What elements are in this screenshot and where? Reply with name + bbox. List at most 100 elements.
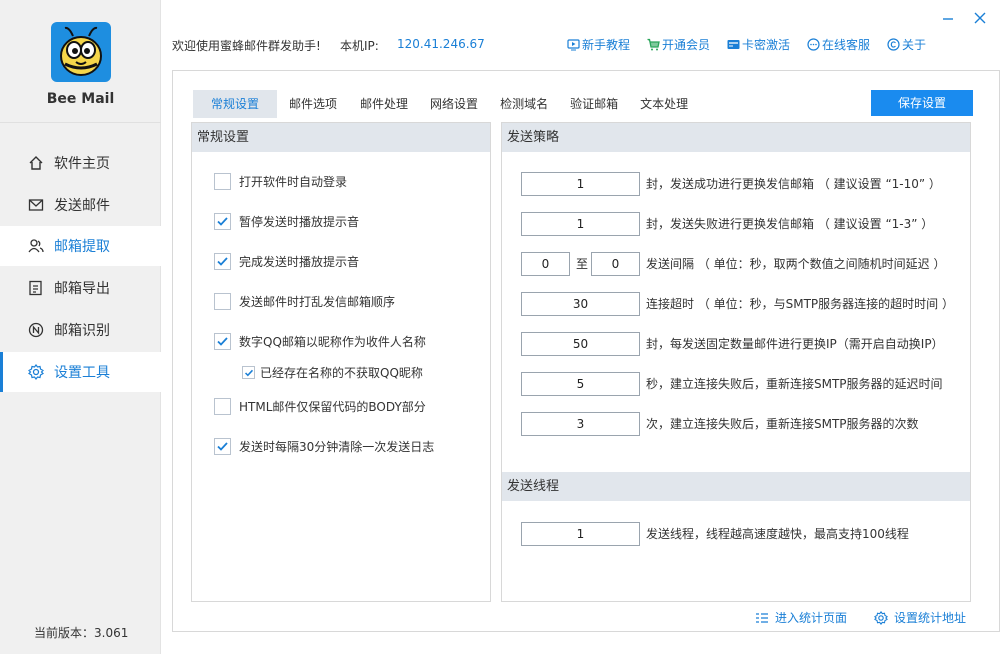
tab-general[interactable]: 常规设置 [193,90,278,118]
sidebar-item-extract[interactable]: 邮箱提取 [0,226,161,266]
reconnect-count-label: 次，建立连接失败后，重新连接SMTP服务器的次数 [646,417,919,431]
option-label: 完成发送时播放提示音 [239,255,360,269]
tab-mail-processing[interactable]: 邮件处理 [348,90,418,118]
link-label: 开通会员 [662,38,711,52]
checkbox[interactable] [214,293,231,310]
checkbox-checked[interactable] [214,253,231,270]
timeout-label: 连接超时 （ 单位：秒，与SMTP服务器连接的超时时间 ） [646,297,954,311]
threads-input[interactable]: 1 [521,522,640,546]
card-icon [727,38,740,51]
option-qq-nickname[interactable]: 数字QQ邮箱以昵称作为收件人名称 [214,333,426,350]
link-label: 进入统计页面 [775,611,848,625]
option-skip-named[interactable]: 已经存在名称的不获取QQ昵称 [242,364,423,381]
option-label: 发送时每隔30分钟清除一次发送日志 [239,440,435,454]
option-finish-sound[interactable]: 完成发送时播放提示音 [214,253,359,270]
option-label: 暂停发送时播放提示音 [239,215,360,229]
link-support[interactable]: 在线客服 [807,36,870,53]
mail-icon [27,196,45,214]
link-activate[interactable]: 卡密激活 [727,36,790,53]
sidebar-divider [0,122,161,123]
reconnect-delay-input[interactable]: 5 [521,372,640,396]
app-logo [51,22,111,82]
threads-label: 发送线程，线程越高速度越快，最高支持100线程 [646,527,909,541]
sidebar-item-export[interactable]: 邮箱导出 [0,268,161,308]
option-label: HTML邮件仅保留代码的BODY部分 [239,400,426,414]
tab-verify-mailbox[interactable]: 验证邮箱 [558,90,628,118]
sidebar-item-label: 邮箱提取 [54,239,110,255]
option-shuffle-senders[interactable]: 发送邮件时打乱发信邮箱顺序 [214,293,395,310]
link-label: 在线客服 [822,38,871,52]
link-about[interactable]: 关于 [887,36,926,53]
checkbox[interactable] [214,398,231,415]
close-icon[interactable] [972,10,988,26]
sidebar-item-label: 邮箱识别 [54,323,110,339]
export-icon [27,279,45,297]
fail-switch-input[interactable]: 1 [521,212,640,236]
sidebar: Bee Mail 软件主页 发送邮件 邮箱提取 邮箱导出 邮箱识别 设置工具 当… [0,0,161,654]
panel-title: 常规设置 [192,123,490,152]
panel-title: 发送策略 [502,123,970,152]
reconnect-delay-label: 秒，建立连接失败后，重新连接SMTP服务器的延迟时间 [646,377,943,391]
ip-label: 本机IP: [340,39,379,53]
sidebar-item-label: 设置工具 [54,365,110,381]
minimize-icon[interactable] [940,10,956,26]
tab-network[interactable]: 网络设置 [418,90,488,118]
recognize-icon [27,321,45,339]
ip-switch-input[interactable]: 50 [521,332,640,356]
cart-icon [647,38,660,51]
save-settings-button[interactable]: 保存设置 [871,90,973,116]
link-label: 关于 [902,38,927,52]
link-label: 卡密激活 [742,38,791,52]
link-label: 设置统计地址 [894,611,967,625]
checkbox-checked[interactable] [214,438,231,455]
stats-config-link[interactable]: 设置统计地址 [874,609,966,626]
sidebar-item-label: 发送邮件 [54,198,110,214]
stats-page-link[interactable]: 进入统计页面 [755,609,847,626]
option-auto-login[interactable]: 打开软件时自动登录 [214,173,347,190]
option-pause-sound[interactable]: 暂停发送时播放提示音 [214,213,359,230]
list-icon [755,611,769,625]
tab-mail-options[interactable]: 邮件选项 [277,90,348,118]
ip-switch-label: 封，每发送固定数量邮件进行更换IP（需开启自动换IP） [646,337,944,351]
checkbox-checked[interactable] [214,213,231,230]
gear-icon [27,363,45,381]
interval-separator: 至 [576,257,589,271]
video-icon [567,38,580,51]
fail-switch-label: 封，发送失败进行更换发信邮箱 （ 建议设置 “1-3” ） [646,217,934,231]
tab-check-domain[interactable]: 检测域名 [488,90,558,118]
home-icon [27,154,45,172]
sidebar-item-home[interactable]: 软件主页 [0,143,161,183]
general-settings-panel: 常规设置 [191,122,491,602]
welcome-text: 欢迎使用蜜蜂邮件群发助手! [172,39,321,53]
sidebar-item-send-mail[interactable]: 发送邮件 [0,185,161,225]
option-label: 发送邮件时打乱发信邮箱顺序 [239,295,396,309]
interval-label: 发送间隔 （ 单位：秒，取两个数值之间随机时间延迟 ） [646,257,946,271]
link-label: 新手教程 [582,38,631,52]
reconnect-count-input[interactable]: 3 [521,412,640,436]
interval-min-input[interactable]: 0 [521,252,570,276]
ip-value: 120.41.246.67 [397,37,485,51]
link-membership[interactable]: 开通会员 [647,36,710,53]
option-label: 数字QQ邮箱以昵称作为收件人名称 [239,335,426,349]
interval-max-input[interactable]: 0 [591,252,640,276]
success-switch-label: 封，发送成功进行更换发信邮箱 （ 建议设置 “1-10” ） [646,177,941,191]
settings-tabs: 常规设置 邮件选项 邮件处理 网络设置 检测域名 验证邮箱 文本处理 [193,90,698,118]
option-clear-log[interactable]: 发送时每隔30分钟清除一次发送日志 [214,438,434,455]
checkbox-checked[interactable] [242,366,255,379]
option-html-body-only[interactable]: HTML邮件仅保留代码的BODY部分 [214,398,426,415]
checkbox[interactable] [214,173,231,190]
checkbox-checked[interactable] [214,333,231,350]
sidebar-item-settings[interactable]: 设置工具 [0,352,161,392]
success-switch-input[interactable]: 1 [521,172,640,196]
chat-icon [807,38,820,51]
link-tutorial[interactable]: 新手教程 [567,36,630,53]
copyright-icon [887,38,900,51]
version-label: 当前版本：3.061 [34,626,129,640]
option-label: 已经存在名称的不获取QQ昵称 [260,366,423,380]
sidebar-item-label: 软件主页 [54,156,110,172]
tab-text-processing[interactable]: 文本处理 [628,90,698,118]
timeout-input[interactable]: 30 [521,292,640,316]
app-name: Bee Mail [46,91,115,107]
sidebar-item-recognize[interactable]: 邮箱识别 [0,310,161,350]
sidebar-item-label: 邮箱导出 [54,281,110,297]
